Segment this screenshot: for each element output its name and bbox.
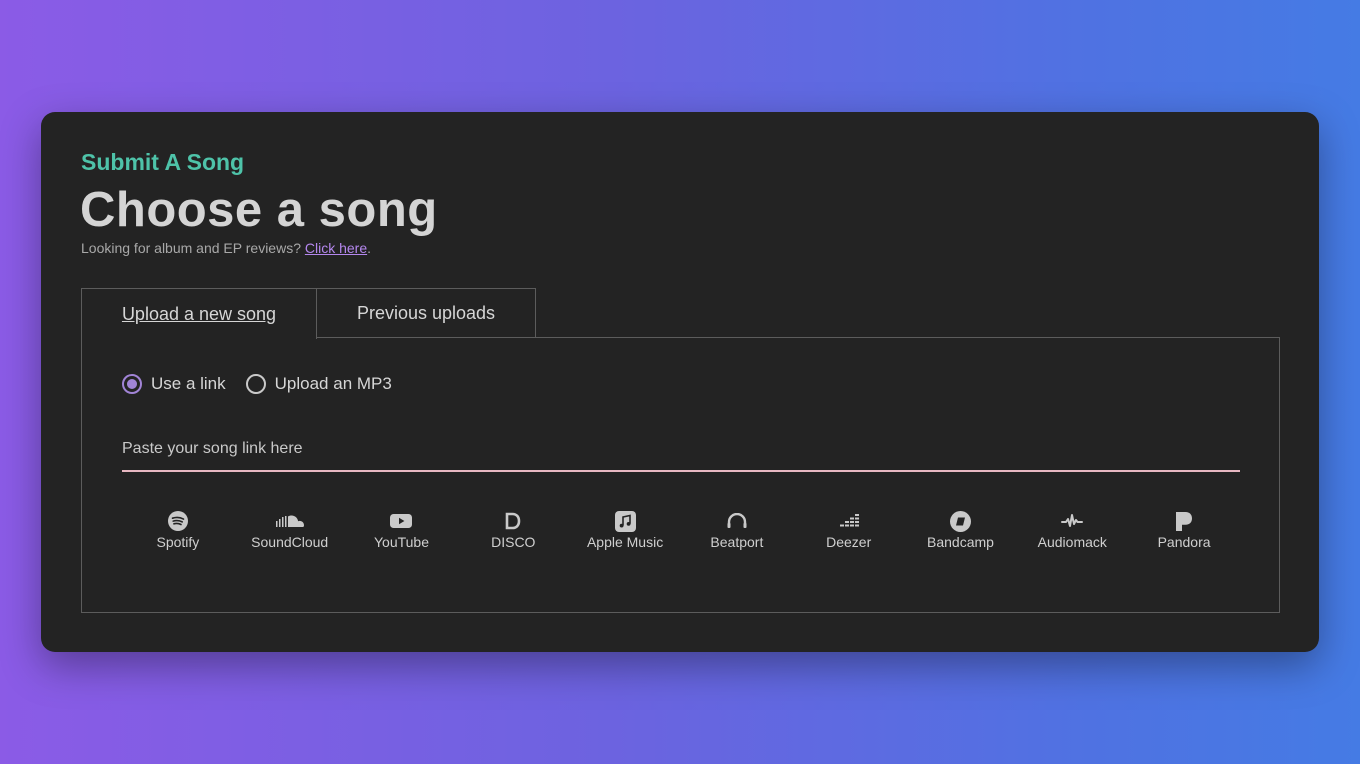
tab-label: Previous uploads bbox=[356, 302, 496, 323]
source-radio-group: Use a link Upload an MP3 bbox=[122, 374, 392, 394]
service-label: Deezer bbox=[826, 534, 872, 550]
subtitle-text: Looking for album and EP reviews? bbox=[81, 240, 301, 256]
subtitle: Looking for album and EP reviews? Click … bbox=[81, 240, 371, 256]
service-deezer[interactable]: Deezer bbox=[793, 510, 905, 550]
apple-music-icon bbox=[614, 510, 636, 532]
submit-song-card: Submit A Song Choose a song Looking for … bbox=[41, 112, 1319, 652]
deezer-icon bbox=[838, 510, 860, 532]
service-audiomack[interactable]: Audiomack bbox=[1016, 510, 1128, 550]
service-apple-music[interactable]: Apple Music bbox=[569, 510, 681, 550]
beatport-icon bbox=[726, 510, 748, 532]
radio-use-link[interactable]: Use a link bbox=[122, 374, 226, 394]
bandcamp-icon bbox=[949, 510, 971, 532]
radio-label: Use a link bbox=[151, 374, 226, 393]
radio-button-checked[interactable] bbox=[122, 374, 142, 394]
page-title: Choose a song bbox=[80, 183, 438, 237]
soundcloud-icon bbox=[275, 510, 305, 532]
service-label: Spotify bbox=[156, 534, 200, 550]
tab-previous-uploads[interactable]: Previous uploads bbox=[316, 288, 536, 338]
radio-label: Upload an MP3 bbox=[274, 374, 392, 393]
service-bandcamp[interactable]: Bandcamp bbox=[905, 510, 1017, 550]
service-label: DISCO bbox=[491, 534, 536, 550]
service-label: Pandora bbox=[1157, 534, 1211, 550]
service-youtube[interactable]: YouTube bbox=[346, 510, 458, 550]
song-link-input[interactable] bbox=[122, 428, 1240, 472]
service-spotify[interactable]: Spotify bbox=[122, 510, 234, 550]
subtitle-suffix: . bbox=[367, 240, 372, 256]
service-label: Apple Music bbox=[586, 534, 664, 550]
supported-services-list: Spotify SoundCloud YouTube DISCO Apple M… bbox=[122, 510, 1240, 550]
service-pandora[interactable]: Pandora bbox=[1128, 510, 1240, 550]
service-label: YouTube bbox=[373, 534, 429, 550]
service-disco[interactable]: DISCO bbox=[457, 510, 569, 550]
tab-upload-new-song[interactable]: Upload a new song bbox=[81, 288, 317, 339]
radio-upload-mp3[interactable]: Upload an MP3 bbox=[245, 374, 392, 394]
service-label: Bandcamp bbox=[927, 534, 994, 550]
service-label: Audiomack bbox=[1037, 534, 1107, 550]
tab-label: Upload a new song bbox=[121, 303, 277, 324]
audiomack-icon bbox=[1061, 510, 1084, 532]
album-reviews-link[interactable]: Click here bbox=[305, 240, 367, 256]
pandora-icon bbox=[1173, 510, 1195, 532]
disco-icon bbox=[502, 510, 524, 532]
eyebrow-heading: Submit A Song bbox=[81, 149, 245, 175]
radio-button-unchecked[interactable] bbox=[245, 374, 266, 394]
service-soundcloud[interactable]: SoundCloud bbox=[234, 510, 346, 550]
youtube-icon bbox=[390, 510, 413, 532]
service-beatport[interactable]: Beatport bbox=[681, 510, 793, 550]
service-label: Beatport bbox=[710, 534, 764, 550]
spotify-icon bbox=[167, 510, 189, 532]
service-label: SoundCloud bbox=[251, 534, 329, 550]
upload-panel: Use a link Upload an MP3 Spotify SoundCl… bbox=[81, 337, 1280, 613]
